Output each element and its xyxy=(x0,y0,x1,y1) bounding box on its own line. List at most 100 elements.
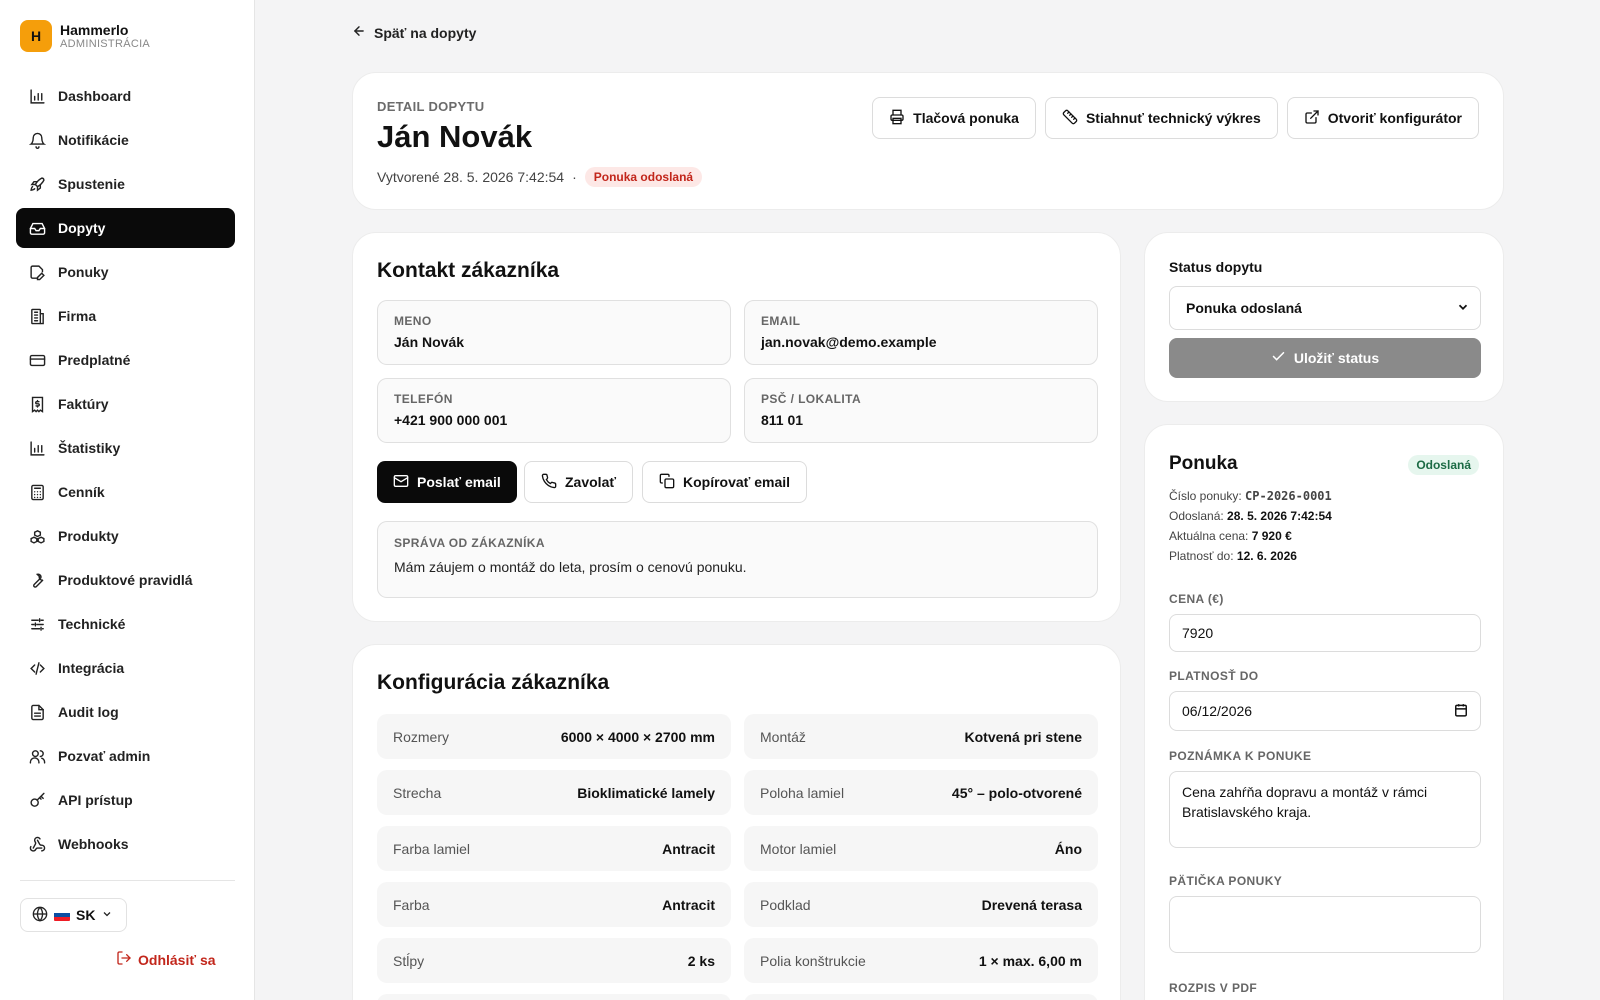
offer-price-value: 7 920 € xyxy=(1251,529,1292,543)
mail-icon xyxy=(393,473,409,492)
ruler-icon xyxy=(1062,109,1078,128)
config-row-partial xyxy=(744,994,1098,1000)
code-icon xyxy=(28,659,46,677)
sidebar-item-label: Webhooks xyxy=(58,836,129,852)
download-drawing-button[interactable]: Stiahnuť technický výkres xyxy=(1044,97,1278,139)
sidebar-item-label: Pozvať admin xyxy=(58,748,151,764)
sidebar: H Hammerlo ADMINISTRÁCIA Dashboard Notif… xyxy=(0,0,255,1000)
inbox-icon xyxy=(28,219,46,237)
config-label: Podklad xyxy=(760,896,811,913)
offer-valid-value: 12. 6. 2026 xyxy=(1236,549,1297,563)
sidebar-item-technicke[interactable]: Technické xyxy=(16,604,235,644)
status-select[interactable]: Ponuka odoslaná xyxy=(1169,286,1481,330)
config-value: 1 × max. 6,00 m xyxy=(978,952,1082,969)
bar-chart-icon xyxy=(28,87,46,105)
send-email-button[interactable]: Poslať email xyxy=(377,461,517,503)
offer-number-value: CP-2026-0001 xyxy=(1245,489,1332,503)
sidebar-item-predplatne[interactable]: Predplatné xyxy=(16,340,235,380)
sidebar-item-label: Integrácia xyxy=(58,660,125,676)
brand[interactable]: H Hammerlo ADMINISTRÁCIA xyxy=(20,20,150,52)
phone-label: TELEFÓN xyxy=(394,392,453,406)
offer-valid: Platnosť do: 12. 6. 2026 xyxy=(1169,549,1297,563)
file-text-icon xyxy=(28,703,46,721)
brand-name: Hammerlo xyxy=(60,22,129,38)
offer-number: Číslo ponuky: CP-2026-0001 xyxy=(1169,489,1332,503)
sidebar-item-notifikacie[interactable]: Notifikácie xyxy=(16,120,235,160)
email-field: EMAIL jan.novak@demo.example xyxy=(744,300,1098,365)
sidebar-item-spustenie[interactable]: Spustenie xyxy=(16,164,235,204)
config-label: Farba lamiel xyxy=(393,840,471,857)
open-configurator-button[interactable]: Otvoriť konfigurátor xyxy=(1286,97,1479,139)
sidebar-item-api-pristup[interactable]: API prístup xyxy=(16,780,235,820)
save-status-button[interactable]: Uložiť status xyxy=(1169,338,1481,378)
brand-subtitle: ADMINISTRÁCIA xyxy=(60,38,151,50)
sidebar-item-integracia[interactable]: Integrácia xyxy=(16,648,235,688)
note-field-label: POZNÁMKA K PONUKE xyxy=(1169,749,1312,763)
logout-button[interactable]: Odhlásiť sa xyxy=(116,950,216,969)
chevron-down-icon xyxy=(1456,300,1470,317)
print-offer-button[interactable]: Tlačová ponuka xyxy=(872,97,1036,139)
contact-title: Kontakt zákazníka xyxy=(377,259,560,282)
config-title: Konfigurácia zákazníka xyxy=(377,671,610,694)
config-value: Antracit xyxy=(662,840,715,857)
zip-value: 811 01 xyxy=(761,412,804,428)
logout-label: Odhlásiť sa xyxy=(138,951,216,968)
sidebar-nav: Dashboard Notifikácie Spustenie Dopyty P… xyxy=(16,76,235,868)
validity-date-input[interactable]: 06/12/2026 xyxy=(1169,691,1481,731)
brand-logo: H xyxy=(20,20,52,52)
sidebar-item-pozvat-admin[interactable]: Pozvať admin xyxy=(16,736,235,776)
request-status-card: Status dopytu Ponuka odoslaná Uložiť sta… xyxy=(1144,232,1504,402)
sidebar-item-produkty[interactable]: Produkty xyxy=(16,516,235,556)
print-offer-label: Tlačová ponuka xyxy=(913,110,1019,126)
webhook-icon xyxy=(28,835,46,853)
sidebar-item-dopyty[interactable]: Dopyty xyxy=(16,208,235,248)
pdf-breakdown-label: ROZPIS V PDF xyxy=(1169,981,1258,995)
sidebar-item-statistiky[interactable]: Štatistiky xyxy=(16,428,235,468)
customer-message-box: SPRÁVA OD ZÁKAZNÍKA Mám záujem o montáž … xyxy=(377,521,1098,598)
calendar-icon[interactable] xyxy=(1454,703,1468,720)
config-row: Podklad Drevená terasa xyxy=(744,882,1098,927)
phone-icon xyxy=(541,473,557,492)
sidebar-item-dashboard[interactable]: Dashboard xyxy=(16,76,235,116)
footer-textarea[interactable] xyxy=(1169,896,1481,953)
config-row: Farba lamiel Antracit xyxy=(377,826,731,871)
sidebar-item-ponuky[interactable]: Ponuky xyxy=(16,252,235,292)
rocket-icon xyxy=(28,175,46,193)
copy-email-button[interactable]: Kopírovať email xyxy=(642,461,808,503)
config-value: 6000 × 4000 × 2700 mm xyxy=(560,728,715,745)
sidebar-item-cennik[interactable]: Cenník xyxy=(16,472,235,512)
call-label: Zavolať xyxy=(565,474,617,490)
bell-icon xyxy=(28,131,46,149)
price-input[interactable]: 7920 xyxy=(1169,614,1481,652)
sidebar-item-label: Štatistiky xyxy=(58,440,121,456)
sidebar-item-firma[interactable]: Firma xyxy=(16,296,235,336)
sidebar-item-produktove-pravidla[interactable]: Produktové pravidlá xyxy=(16,560,235,600)
stats-icon xyxy=(28,439,46,457)
call-button[interactable]: Zavolať xyxy=(524,461,634,503)
zip-field: PSČ / LOKALITA 811 01 xyxy=(744,378,1098,443)
separator: · xyxy=(572,169,577,185)
phone-field: TELEFÓN +421 900 000 001 xyxy=(377,378,731,443)
language-switcher[interactable]: SK xyxy=(20,898,127,932)
name-field: MENO Ján Novák xyxy=(377,300,731,365)
validity-date-value: 06/12/2026 xyxy=(1182,703,1253,719)
sidebar-item-label: Cenník xyxy=(58,484,105,500)
sidebar-item-webhooks[interactable]: Webhooks xyxy=(16,824,235,864)
download-drawing-label: Stiahnuť technický výkres xyxy=(1085,110,1261,126)
sidebar-item-label: Spustenie xyxy=(58,176,125,192)
offer-status-badge: Odoslaná xyxy=(1408,455,1479,475)
offer-sent-label: Odoslaná: xyxy=(1169,509,1224,523)
sidebar-item-faktury[interactable]: Faktúry xyxy=(16,384,235,424)
note-textarea[interactable]: Cena zahŕňa dopravu a montáž v rámci Bra… xyxy=(1169,771,1481,848)
status-selected-value: Ponuka odoslaná xyxy=(1186,300,1302,316)
config-value: 45° – polo-otvorené xyxy=(951,784,1082,801)
offer-sent-value: 28. 5. 2026 7:42:54 xyxy=(1227,509,1332,523)
config-label: Strecha xyxy=(393,784,442,801)
sidebar-item-label: Produkty xyxy=(58,528,119,544)
config-label: Montáž xyxy=(760,728,806,745)
created-info: Vytvorené 28. 5. 2026 7:42:54 · Ponuka o… xyxy=(377,167,703,187)
back-link[interactable]: Späť na dopyty xyxy=(352,24,476,41)
customer-contact-card: Kontakt zákazníka MENO Ján Novák EMAIL j… xyxy=(352,232,1121,622)
sidebar-item-audit-log[interactable]: Audit log xyxy=(16,692,235,732)
phone-value: +421 900 000 001 xyxy=(394,412,508,428)
